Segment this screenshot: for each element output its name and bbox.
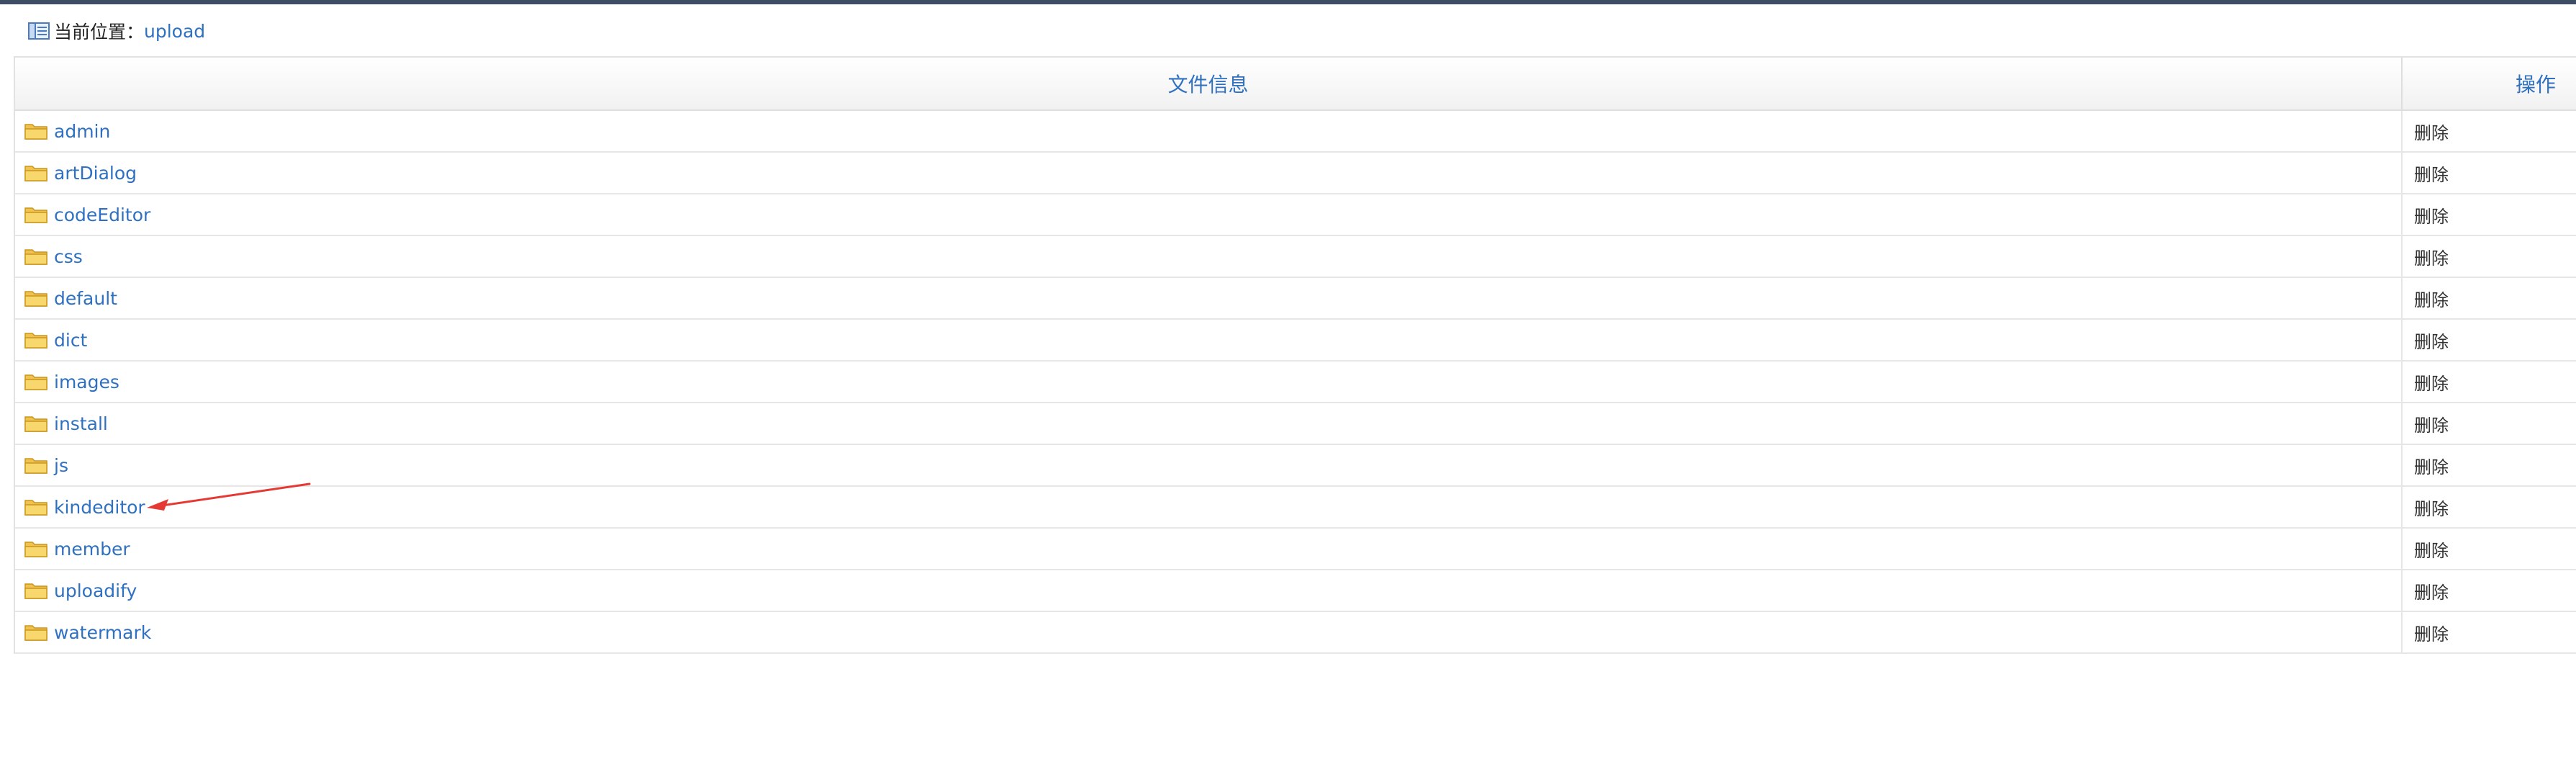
delete-button[interactable]: 删除 — [2403, 111, 2576, 151]
table-row: css 删除 — [15, 236, 2576, 278]
folder-icon — [24, 166, 48, 181]
folder-icon — [24, 374, 48, 390]
file-cell: install — [15, 403, 2403, 444]
top-bar — [0, 0, 2576, 4]
folder-link[interactable]: dict — [54, 330, 87, 351]
file-cell: watermark — [15, 612, 2403, 652]
table-row: admin 删除 — [15, 111, 2576, 153]
file-cell: kindeditor — [15, 487, 2403, 527]
folder-link[interactable]: kindeditor — [54, 497, 145, 518]
folder-icon — [24, 416, 48, 432]
file-cell: member — [15, 529, 2403, 569]
breadcrumb: 当前位置： upload — [28, 19, 205, 43]
delete-button[interactable]: 删除 — [2403, 529, 2576, 569]
table-row: kindeditor 删除 — [15, 487, 2576, 529]
breadcrumb-prefix: 当前位置： — [54, 22, 145, 42]
table-header: 文件信息 操作 — [15, 58, 2576, 111]
folder-icon — [24, 542, 48, 557]
delete-button[interactable]: 删除 — [2403, 153, 2576, 193]
file-cell: css — [15, 236, 2403, 277]
folder-link[interactable]: artDialog — [54, 163, 137, 184]
folder-icon — [24, 458, 48, 474]
table-row: dict 删除 — [15, 320, 2576, 361]
folder-link[interactable]: member — [54, 539, 130, 560]
table-row: uploadify 删除 — [15, 570, 2576, 612]
folder-link[interactable]: install — [54, 413, 108, 434]
folder-link[interactable]: js — [54, 455, 68, 476]
folder-icon — [24, 500, 48, 516]
header-operations[interactable]: 操作 — [2403, 58, 2576, 109]
folder-icon — [24, 625, 48, 641]
delete-button[interactable]: 删除 — [2403, 570, 2576, 611]
folder-icon — [24, 333, 48, 349]
file-cell: codeEditor — [15, 194, 2403, 235]
table-row: codeEditor 删除 — [15, 194, 2576, 236]
folder-icon — [24, 291, 48, 307]
table-row: artDialog 删除 — [15, 153, 2576, 194]
folder-link[interactable]: codeEditor — [54, 205, 150, 225]
header-file-info[interactable]: 文件信息 — [15, 58, 2403, 109]
delete-button[interactable]: 删除 — [2403, 320, 2576, 360]
table-row: watermark 删除 — [15, 612, 2576, 654]
file-table: 文件信息 操作 admin 删除 artDialog 删除 codeEditor 删除 cs… — [14, 56, 2576, 654]
file-cell: dict — [15, 320, 2403, 360]
file-cell: uploadify — [15, 570, 2403, 611]
folder-icon — [24, 249, 48, 265]
delete-button[interactable]: 删除 — [2403, 236, 2576, 277]
folder-icon — [24, 207, 48, 223]
folder-link[interactable]: uploadify — [54, 580, 137, 601]
file-cell: default — [15, 278, 2403, 318]
file-cell: images — [15, 361, 2403, 402]
folder-link[interactable]: default — [54, 288, 117, 309]
folder-icon — [24, 583, 48, 599]
table-row: default 删除 — [15, 278, 2576, 320]
file-cell: artDialog — [15, 153, 2403, 193]
delete-button[interactable]: 删除 — [2403, 278, 2576, 318]
table-body: admin 删除 artDialog 删除 codeEditor 删除 css 删除 defau… — [15, 111, 2576, 654]
folder-link[interactable]: admin — [54, 121, 110, 142]
table-row: install 删除 — [15, 403, 2576, 445]
delete-button[interactable]: 删除 — [2403, 445, 2576, 485]
file-cell: admin — [15, 111, 2403, 151]
table-row: member 删除 — [15, 529, 2576, 570]
folder-link[interactable]: images — [54, 372, 119, 392]
folder-icon — [24, 124, 48, 140]
delete-button[interactable]: 删除 — [2403, 612, 2576, 652]
delete-button[interactable]: 删除 — [2403, 403, 2576, 444]
breadcrumb-current-link[interactable]: upload — [144, 21, 205, 42]
delete-button[interactable]: 删除 — [2403, 361, 2576, 402]
delete-button[interactable]: 删除 — [2403, 487, 2576, 527]
file-cell: js — [15, 445, 2403, 485]
panel-icon — [28, 22, 50, 40]
folder-link[interactable]: css — [54, 246, 83, 267]
table-row: images 删除 — [15, 361, 2576, 403]
delete-button[interactable]: 删除 — [2403, 194, 2576, 235]
folder-link[interactable]: watermark — [54, 622, 151, 643]
table-row: js 删除 — [15, 445, 2576, 487]
